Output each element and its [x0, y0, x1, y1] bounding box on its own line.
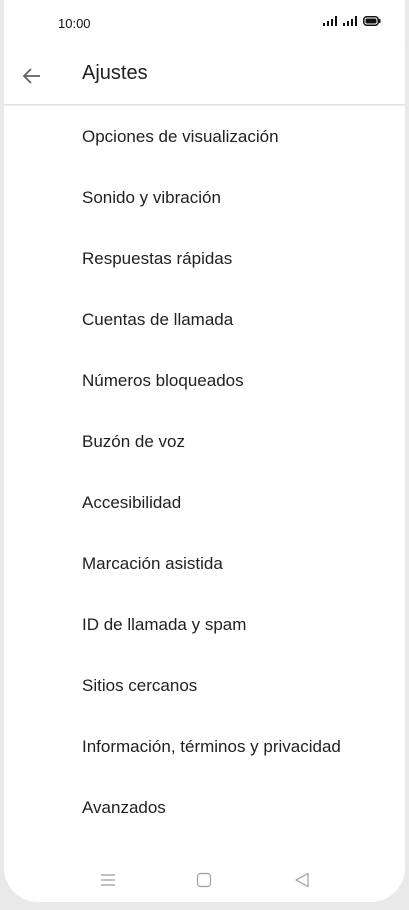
settings-item-blocked-numbers[interactable]: Números bloqueados: [4, 350, 405, 411]
signal-icon: [323, 16, 337, 26]
settings-item-assisted-dialing[interactable]: Marcación asistida: [4, 533, 405, 594]
settings-item-nearby-places[interactable]: Sitios cercanos: [4, 655, 405, 716]
status-time: 10:00: [58, 16, 91, 31]
arrow-left-icon: [22, 68, 40, 84]
home-button[interactable]: [190, 866, 218, 894]
app-bar: Ajustes: [4, 48, 405, 104]
back-triangle-icon: [295, 872, 309, 888]
back-button[interactable]: [16, 60, 48, 92]
settings-item-caller-id-spam[interactable]: ID de llamada y spam: [4, 594, 405, 655]
page-title: Ajustes: [82, 62, 148, 84]
status-icons: [323, 16, 381, 26]
signal-icon: [343, 16, 357, 26]
screen: 10:00 Ajustes Opciones de visualización …: [4, 0, 405, 902]
device-frame: 10:00 Ajustes Opciones de visualización …: [0, 0, 409, 910]
settings-item-voicemail[interactable]: Buzón de voz: [4, 411, 405, 472]
settings-item-quick-responses[interactable]: Respuestas rápidas: [4, 228, 405, 289]
navigation-bar: [4, 858, 405, 902]
settings-item-calling-accounts[interactable]: Cuentas de llamada: [4, 289, 405, 350]
settings-list: Opciones de visualización Sonido y vibra…: [4, 106, 405, 838]
settings-item-sound-vibration[interactable]: Sonido y vibración: [4, 167, 405, 228]
back-nav-button[interactable]: [288, 866, 316, 894]
settings-item-about-terms-privacy[interactable]: Información, términos y privacidad: [4, 716, 405, 777]
settings-item-accessibility[interactable]: Accesibilidad: [4, 472, 405, 533]
menu-button[interactable]: [94, 866, 122, 894]
home-icon: [196, 872, 212, 888]
settings-item-display-options[interactable]: Opciones de visualización: [4, 106, 405, 167]
battery-icon: [363, 16, 381, 26]
menu-icon: [101, 874, 115, 886]
settings-item-advanced[interactable]: Avanzados: [4, 777, 405, 838]
status-bar: 10:00: [4, 0, 405, 48]
